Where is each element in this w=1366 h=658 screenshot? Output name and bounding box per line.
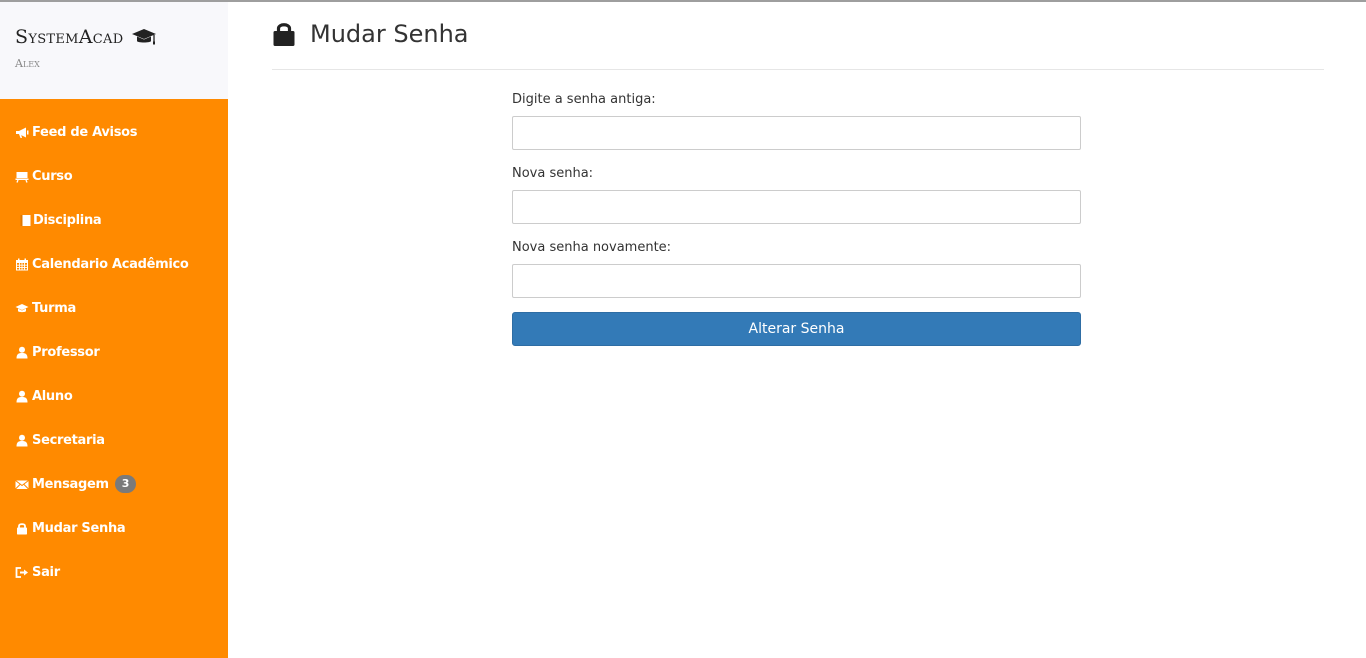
change-password-form: Digite a senha antiga: Nova senha: Nova … [512,92,1081,346]
calendar-icon [15,258,29,271]
sidebar-menu: Feed de Avisos Curso Disciplina Calendar… [0,99,228,594]
sidebar-item-calendario-academico[interactable]: Calendario Acadêmico [0,242,228,286]
sidebar-item-label: Disciplina [33,212,102,228]
sidebar-item-label: Curso [32,168,73,184]
user-icon [15,390,29,403]
sidebar-item-label: Feed de Avisos [32,124,138,140]
user-icon [15,434,29,447]
sidebar-item-label: Professor [32,344,100,360]
sidebar-item-label: Sair [32,564,60,580]
sidebar-item-turma[interactable]: Turma [0,286,228,330]
sidebar-item-label: Turma [32,300,76,316]
sidebar-item-label: Secretaria [32,432,105,448]
new-password-label: Nova senha: [512,166,594,181]
sidebar-item-curso[interactable]: Curso [0,154,228,198]
lock-icon [273,22,295,46]
page-header: Mudar Senha [272,2,1324,70]
sidebar-item-sair[interactable]: Sair [0,550,228,594]
graduation-cap-icon [132,29,157,45]
lock-icon [15,522,29,535]
sidebar-item-aluno[interactable]: Aluno [0,374,228,418]
sidebar: SystemAcad Alex Feed de Avisos Curso Dis… [0,2,228,658]
old-password-input[interactable] [512,116,1081,150]
bullhorn-icon [15,126,29,139]
user-name: Alex [15,57,40,70]
confirm-password-label: Nova senha novamente: [512,240,672,255]
sidebar-item-professor[interactable]: Professor [0,330,228,374]
page-title: Mudar Senha [310,19,469,48]
sidebar-item-mudar-senha[interactable]: Mudar Senha [0,506,228,550]
sidebar-item-label: Aluno [32,388,73,404]
sidebar-item-feed-de-avisos[interactable]: Feed de Avisos [0,110,228,154]
sidebar-item-label: Mudar Senha [32,520,126,536]
new-password-input[interactable] [512,190,1081,224]
main-content: Mudar Senha Digite a senha antiga: Nova … [272,2,1324,346]
brand-box: SystemAcad Alex [0,2,228,99]
old-password-label: Digite a senha antiga: [512,92,656,107]
brand-title: SystemAcad [15,26,124,48]
book-icon [19,214,33,227]
brand[interactable]: SystemAcad [15,26,228,48]
sidebar-item-disciplina[interactable]: Disciplina [0,198,228,242]
sidebar-item-label: Calendario Acadêmico [32,256,189,272]
unread-count-badge: 3 [114,475,137,493]
user-icon [15,346,29,359]
envelope-icon [15,478,29,491]
log-out-icon [15,566,29,579]
confirm-password-input[interactable] [512,264,1081,298]
sidebar-item-mensagem[interactable]: Mensagem 3 [0,462,228,506]
graduation-cap-icon [15,302,29,315]
sidebar-item-secretaria[interactable]: Secretaria [0,418,228,462]
change-password-button[interactable]: Alterar Senha [512,312,1081,346]
presentation-icon [15,170,29,183]
sidebar-item-label: Mensagem [32,476,109,492]
